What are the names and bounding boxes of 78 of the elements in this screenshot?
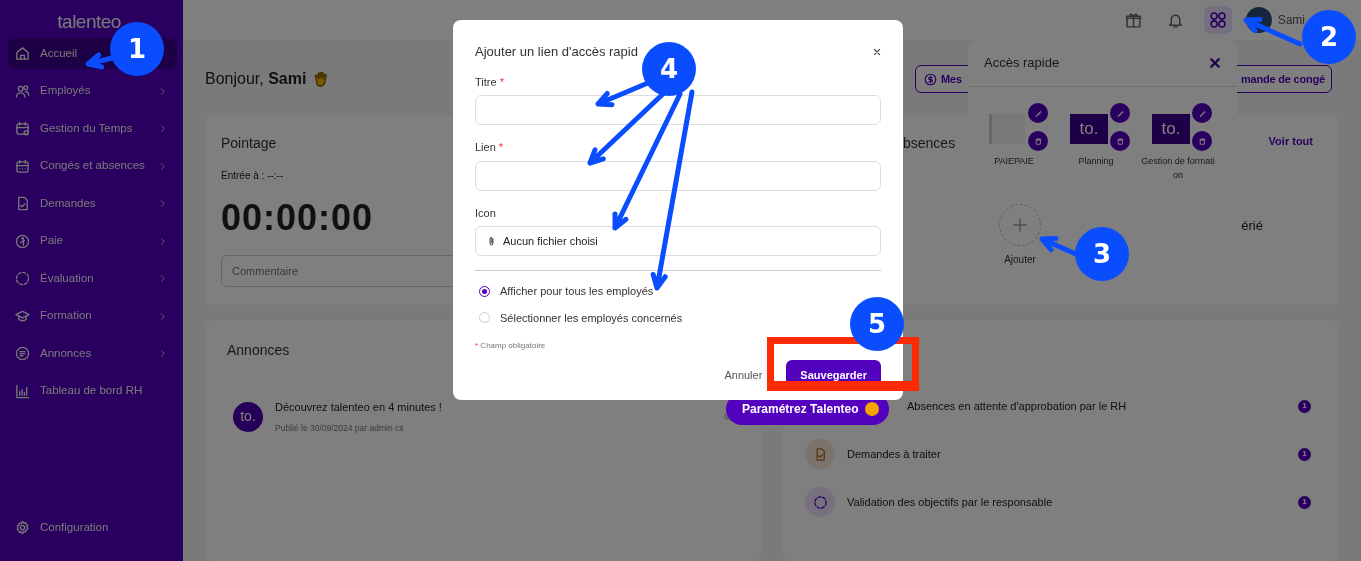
status-dot bbox=[864, 402, 879, 416]
field-label: Lien bbox=[475, 141, 496, 153]
thumbnail-image bbox=[989, 114, 1025, 144]
close-icon bbox=[873, 47, 881, 56]
entry-time: Entrée à : --:-- bbox=[221, 169, 285, 183]
greeting-text: Bonjour, Sami bbox=[205, 69, 307, 89]
company-logo: to. bbox=[233, 401, 263, 432]
sidebar-item[interactable]: Annonces bbox=[8, 338, 177, 369]
task-label[interactable]: Validation des objectifs par le responsable bbox=[847, 493, 1053, 511]
dashed-circle-icon bbox=[15, 271, 30, 286]
calendar-icon bbox=[15, 158, 30, 174]
card-title: Annonces bbox=[227, 342, 290, 358]
task-label[interactable]: Absences en attente d'approbation par le RH bbox=[907, 397, 1127, 415]
sidebar-item[interactable]: Demandes bbox=[8, 188, 177, 219]
people-icon bbox=[15, 83, 30, 99]
close-icon bbox=[1209, 57, 1221, 69]
text-field[interactable] bbox=[475, 95, 881, 125]
announcement-title[interactable]: Découvrez talenteo en 4 minutes ! bbox=[275, 399, 442, 416]
sidebar-item[interactable]: Formation bbox=[8, 300, 177, 332]
edit-icon[interactable] bbox=[1110, 103, 1130, 123]
dashed-circle-icon bbox=[812, 494, 828, 510]
delete-icon[interactable] bbox=[1028, 131, 1048, 151]
text-field[interactable] bbox=[475, 160, 881, 191]
count-badge: 1 bbox=[1298, 399, 1311, 413]
home-icon bbox=[15, 46, 30, 61]
delete-icon[interactable] bbox=[1192, 131, 1212, 151]
add-label: Ajouter bbox=[1003, 253, 1037, 267]
gear-icon bbox=[15, 520, 30, 535]
field-label: Icon bbox=[475, 206, 496, 219]
count-badge: 1 bbox=[1298, 495, 1311, 509]
coin-icon bbox=[15, 233, 30, 249]
graduation-cap-icon bbox=[15, 308, 30, 324]
card-title: bsences bbox=[903, 134, 956, 153]
bar-chart-icon bbox=[15, 383, 30, 399]
link-label[interactable]: PAIEPAIE bbox=[976, 155, 1052, 169]
dollar-circle-icon bbox=[924, 72, 937, 86]
sidebar-item[interactable]: Tableau de bord RH bbox=[8, 375, 177, 407]
see-all-link[interactable]: Voir tout bbox=[1268, 133, 1313, 154]
panel-title: Accès rapide bbox=[984, 54, 1060, 73]
file-input[interactable]: Aucun fichier choisi bbox=[475, 226, 881, 256]
plus-icon bbox=[1012, 217, 1028, 233]
delete-icon[interactable] bbox=[1110, 131, 1130, 151]
sidebar-item[interactable]: Paie bbox=[8, 225, 177, 257]
task-label[interactable]: Demandes à traiter bbox=[847, 445, 941, 463]
sidebar-item[interactable]: Configuration bbox=[8, 512, 177, 543]
trash-icon bbox=[1114, 135, 1126, 147]
edit-icon[interactable] bbox=[1192, 103, 1212, 123]
apps-grid-icon[interactable] bbox=[1203, 6, 1232, 34]
calendar-clock-icon bbox=[15, 121, 30, 136]
option-label[interactable]: Sélectionner les employés concernés bbox=[500, 309, 683, 326]
count-badge: 1 bbox=[1298, 447, 1311, 461]
sidebar-item[interactable]: Congés et absences bbox=[8, 150, 177, 182]
required-mark: * bbox=[498, 141, 504, 153]
timer: 00:00:00 bbox=[221, 196, 374, 240]
announcement-icon bbox=[15, 346, 30, 361]
card-title: Pointage bbox=[221, 135, 277, 151]
pointer-arrow bbox=[85, 52, 115, 70]
trash-icon bbox=[1032, 135, 1044, 147]
required-mark: * bbox=[499, 75, 504, 88]
user-name[interactable]: Sami bbox=[1277, 11, 1305, 29]
cancel-button[interactable]: Annuler bbox=[724, 367, 763, 384]
link-label[interactable]: Planning bbox=[1058, 155, 1134, 169]
edit-icon[interactable] bbox=[1028, 103, 1048, 123]
required-mark: * bbox=[475, 341, 479, 350]
company-logo: to. bbox=[1070, 114, 1108, 144]
sidebar-item[interactable]: Évaluation bbox=[8, 263, 177, 294]
link-label[interactable]: Gestion de formation bbox=[1140, 155, 1216, 182]
modal-title: Ajouter un lien d'accès rapid bbox=[475, 43, 638, 61]
document-check-icon bbox=[15, 196, 30, 211]
company-logo: to. bbox=[1152, 114, 1190, 144]
option-label[interactable]: Afficher pour tous les employés bbox=[500, 283, 654, 300]
required-note: Champ obligatoire bbox=[480, 341, 546, 350]
field-label: Titre bbox=[475, 75, 497, 88]
sidebar-item[interactable]: Employés bbox=[8, 75, 177, 107]
trash-icon bbox=[1196, 135, 1208, 147]
row-text: érié bbox=[1241, 217, 1263, 235]
paperclip-icon bbox=[486, 235, 497, 247]
sidebar-item[interactable]: Gestion du Temps bbox=[8, 113, 177, 144]
